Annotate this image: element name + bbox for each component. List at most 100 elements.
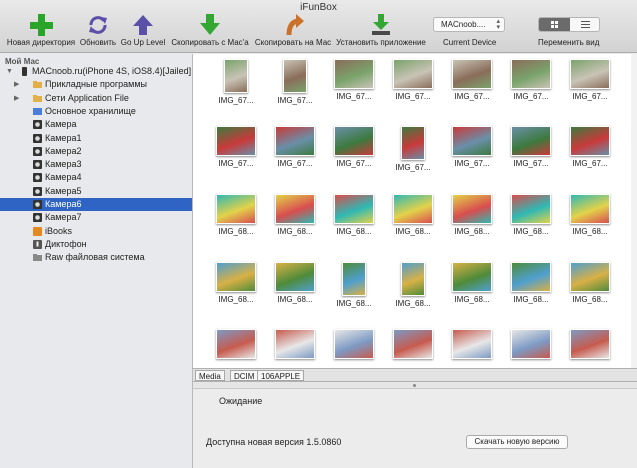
new-directory-button[interactable]: Новая директория bbox=[6, 13, 76, 47]
breadcrumb-106apple[interactable]: 106APPLE bbox=[257, 370, 305, 381]
sidebar-item[interactable]: ▶ Прикладные программы bbox=[0, 78, 192, 91]
photo-preview bbox=[401, 126, 425, 160]
sidebar-item[interactable]: Камера3 bbox=[0, 158, 192, 171]
photo-thumbnail[interactable]: IMG_68... bbox=[214, 194, 258, 236]
sidebar-item[interactable]: Камера7 bbox=[0, 211, 192, 224]
copy-to-mac-label: Скопировать на Мас bbox=[254, 38, 332, 47]
download-update-button[interactable]: Скачать новую версию bbox=[466, 435, 568, 449]
photo-thumbnail[interactable]: IMG_68... bbox=[214, 262, 258, 304]
photo-thumbnail[interactable]: IMG_68... bbox=[391, 194, 435, 236]
sidebar-item[interactable]: ▶ Сети Application File bbox=[0, 92, 192, 105]
photo-thumbnail[interactable] bbox=[509, 329, 553, 362]
ifunbox-window: iFunBox Новая директория Обновить Go Up … bbox=[0, 0, 637, 468]
photo-thumbnail[interactable]: IMG_68... bbox=[273, 262, 317, 304]
go-up-button[interactable]: Go Up Level bbox=[120, 13, 166, 47]
panel-splitter[interactable] bbox=[193, 382, 637, 389]
photo-thumbnail[interactable]: IMG_67... bbox=[214, 59, 258, 105]
photo-thumbnail[interactable]: IMG_67... bbox=[568, 59, 612, 101]
photo-thumbnail[interactable]: IMG_68... bbox=[509, 194, 553, 236]
sidebar-item[interactable]: Камера6 bbox=[0, 198, 192, 211]
photo-preview bbox=[216, 329, 256, 359]
view-mode-toggle[interactable] bbox=[538, 17, 600, 32]
sidebar-item[interactable]: Камера1 bbox=[0, 132, 192, 145]
install-app-button[interactable]: Установить приложение bbox=[336, 13, 426, 47]
photo-preview bbox=[275, 262, 315, 292]
sidebar-item[interactable]: ▼ MACnoob.ru(iPhone 4S, iOS8.4)[Jailed] bbox=[0, 65, 192, 78]
photo-thumbnail[interactable]: IMG_67... bbox=[568, 126, 612, 168]
grid-view-button[interactable] bbox=[539, 18, 570, 31]
breadcrumb-media[interactable]: Media bbox=[195, 370, 225, 381]
photo-thumbnail[interactable]: IMG_68... bbox=[273, 194, 317, 236]
photo-filename: IMG_67... bbox=[513, 92, 549, 101]
up-down-chevron-icon: ▴ ▾ bbox=[496, 18, 500, 31]
photo-thumbnail[interactable]: IMG_67... bbox=[332, 59, 376, 101]
photo-thumbnail[interactable]: IMG_67... bbox=[509, 59, 553, 101]
disclosure-expanded-icon[interactable]: ▼ bbox=[6, 65, 13, 78]
photo-filename: IMG_68... bbox=[336, 299, 372, 308]
sidebar-item[interactable]: Камера4 bbox=[0, 171, 192, 184]
copy-from-mac-button[interactable]: Скопировать с Mac'а bbox=[170, 13, 250, 47]
photo-thumbnail[interactable]: IMG_68... bbox=[568, 194, 612, 236]
photo-thumbnail[interactable]: IMG_67... bbox=[391, 126, 435, 172]
photo-thumbnail[interactable] bbox=[332, 329, 376, 362]
photo-thumbnail[interactable]: IMG_68... bbox=[509, 262, 553, 304]
install-app-label: Установить приложение bbox=[336, 38, 426, 47]
iphone-icon bbox=[20, 67, 29, 76]
arrow-up-icon bbox=[133, 15, 153, 35]
photo-thumbnail[interactable]: IMG_67... bbox=[509, 126, 553, 168]
photo-preview bbox=[511, 262, 551, 292]
photo-thumbnail[interactable] bbox=[391, 329, 435, 362]
disclosure-collapsed-icon[interactable]: ▶ bbox=[14, 78, 19, 91]
photo-filename: IMG_68... bbox=[218, 227, 254, 236]
photo-filename: IMG_67... bbox=[218, 159, 254, 168]
device-select[interactable]: MACnoob.... ▴ ▾ bbox=[433, 17, 505, 32]
disclosure-collapsed-icon[interactable]: ▶ bbox=[14, 92, 19, 105]
sidebar-item[interactable]: Основное хранилище bbox=[0, 105, 192, 118]
sidebar-item[interactable]: Камера2 bbox=[0, 145, 192, 158]
copy-to-mac-button[interactable]: Скопировать на Мас bbox=[253, 13, 333, 47]
sidebar-item[interactable]: Диктофон bbox=[0, 238, 192, 251]
list-view-button[interactable] bbox=[570, 18, 599, 31]
download-arrow-icon bbox=[200, 14, 220, 35]
photo-thumbnail[interactable]: IMG_68... bbox=[450, 194, 494, 236]
photo-thumbnail[interactable] bbox=[273, 329, 317, 362]
photo-thumbnail[interactable] bbox=[568, 329, 612, 362]
path-bar: Media DCIM 106APPLE bbox=[193, 368, 637, 382]
sidebar-item-label: Сети Application File bbox=[45, 92, 129, 103]
photo-thumbnail[interactable]: IMG_67... bbox=[450, 59, 494, 101]
photo-filename: IMG_68... bbox=[572, 227, 608, 236]
photo-thumbnail[interactable]: IMG_68... bbox=[450, 262, 494, 304]
photo-thumbnail[interactable]: IMG_68... bbox=[332, 194, 376, 236]
sidebar-item[interactable]: iBooks bbox=[0, 225, 192, 238]
photo-thumbnail[interactable]: IMG_67... bbox=[214, 126, 258, 168]
photo-thumbnail[interactable]: IMG_68... bbox=[332, 262, 376, 308]
photo-filename: IMG_67... bbox=[336, 92, 372, 101]
books-icon bbox=[33, 226, 42, 236]
breadcrumb-dcim[interactable]: DCIM bbox=[230, 370, 259, 381]
photo-thumbnail[interactable] bbox=[450, 329, 494, 362]
raw-fs-icon bbox=[33, 253, 42, 262]
refresh-button[interactable]: Обновить bbox=[78, 13, 118, 47]
photo-preview bbox=[342, 262, 366, 296]
photo-thumbnail[interactable]: IMG_67... bbox=[273, 126, 317, 168]
photo-filename: IMG_68... bbox=[277, 295, 313, 304]
sidebar-item[interactable]: Камера5 bbox=[0, 185, 192, 198]
photo-thumbnail[interactable] bbox=[214, 329, 258, 362]
curved-arrow-icon bbox=[286, 14, 304, 36]
sidebar-item[interactable]: Камера bbox=[0, 118, 192, 131]
sidebar-item-label: Камера2 bbox=[45, 145, 82, 156]
photo-thumbnail[interactable]: IMG_67... bbox=[450, 126, 494, 168]
photo-thumbnail[interactable]: IMG_67... bbox=[391, 59, 435, 101]
photo-filename: IMG_67... bbox=[454, 159, 490, 168]
photo-thumbnail[interactable]: IMG_67... bbox=[273, 59, 317, 105]
file-grid-scrollbar[interactable] bbox=[631, 54, 637, 368]
photo-thumbnail[interactable]: IMG_68... bbox=[391, 262, 435, 308]
photo-preview bbox=[216, 126, 256, 156]
photo-thumbnail[interactable]: IMG_68... bbox=[568, 262, 612, 304]
folder-icon bbox=[33, 80, 42, 89]
sidebar-item[interactable]: Raw файловая система bbox=[0, 251, 192, 264]
refresh-label: Обновить bbox=[79, 38, 117, 47]
photo-thumbnail[interactable]: IMG_67... bbox=[332, 126, 376, 168]
camera-icon bbox=[33, 213, 42, 223]
sidebar-item-label: Камера7 bbox=[45, 212, 82, 223]
